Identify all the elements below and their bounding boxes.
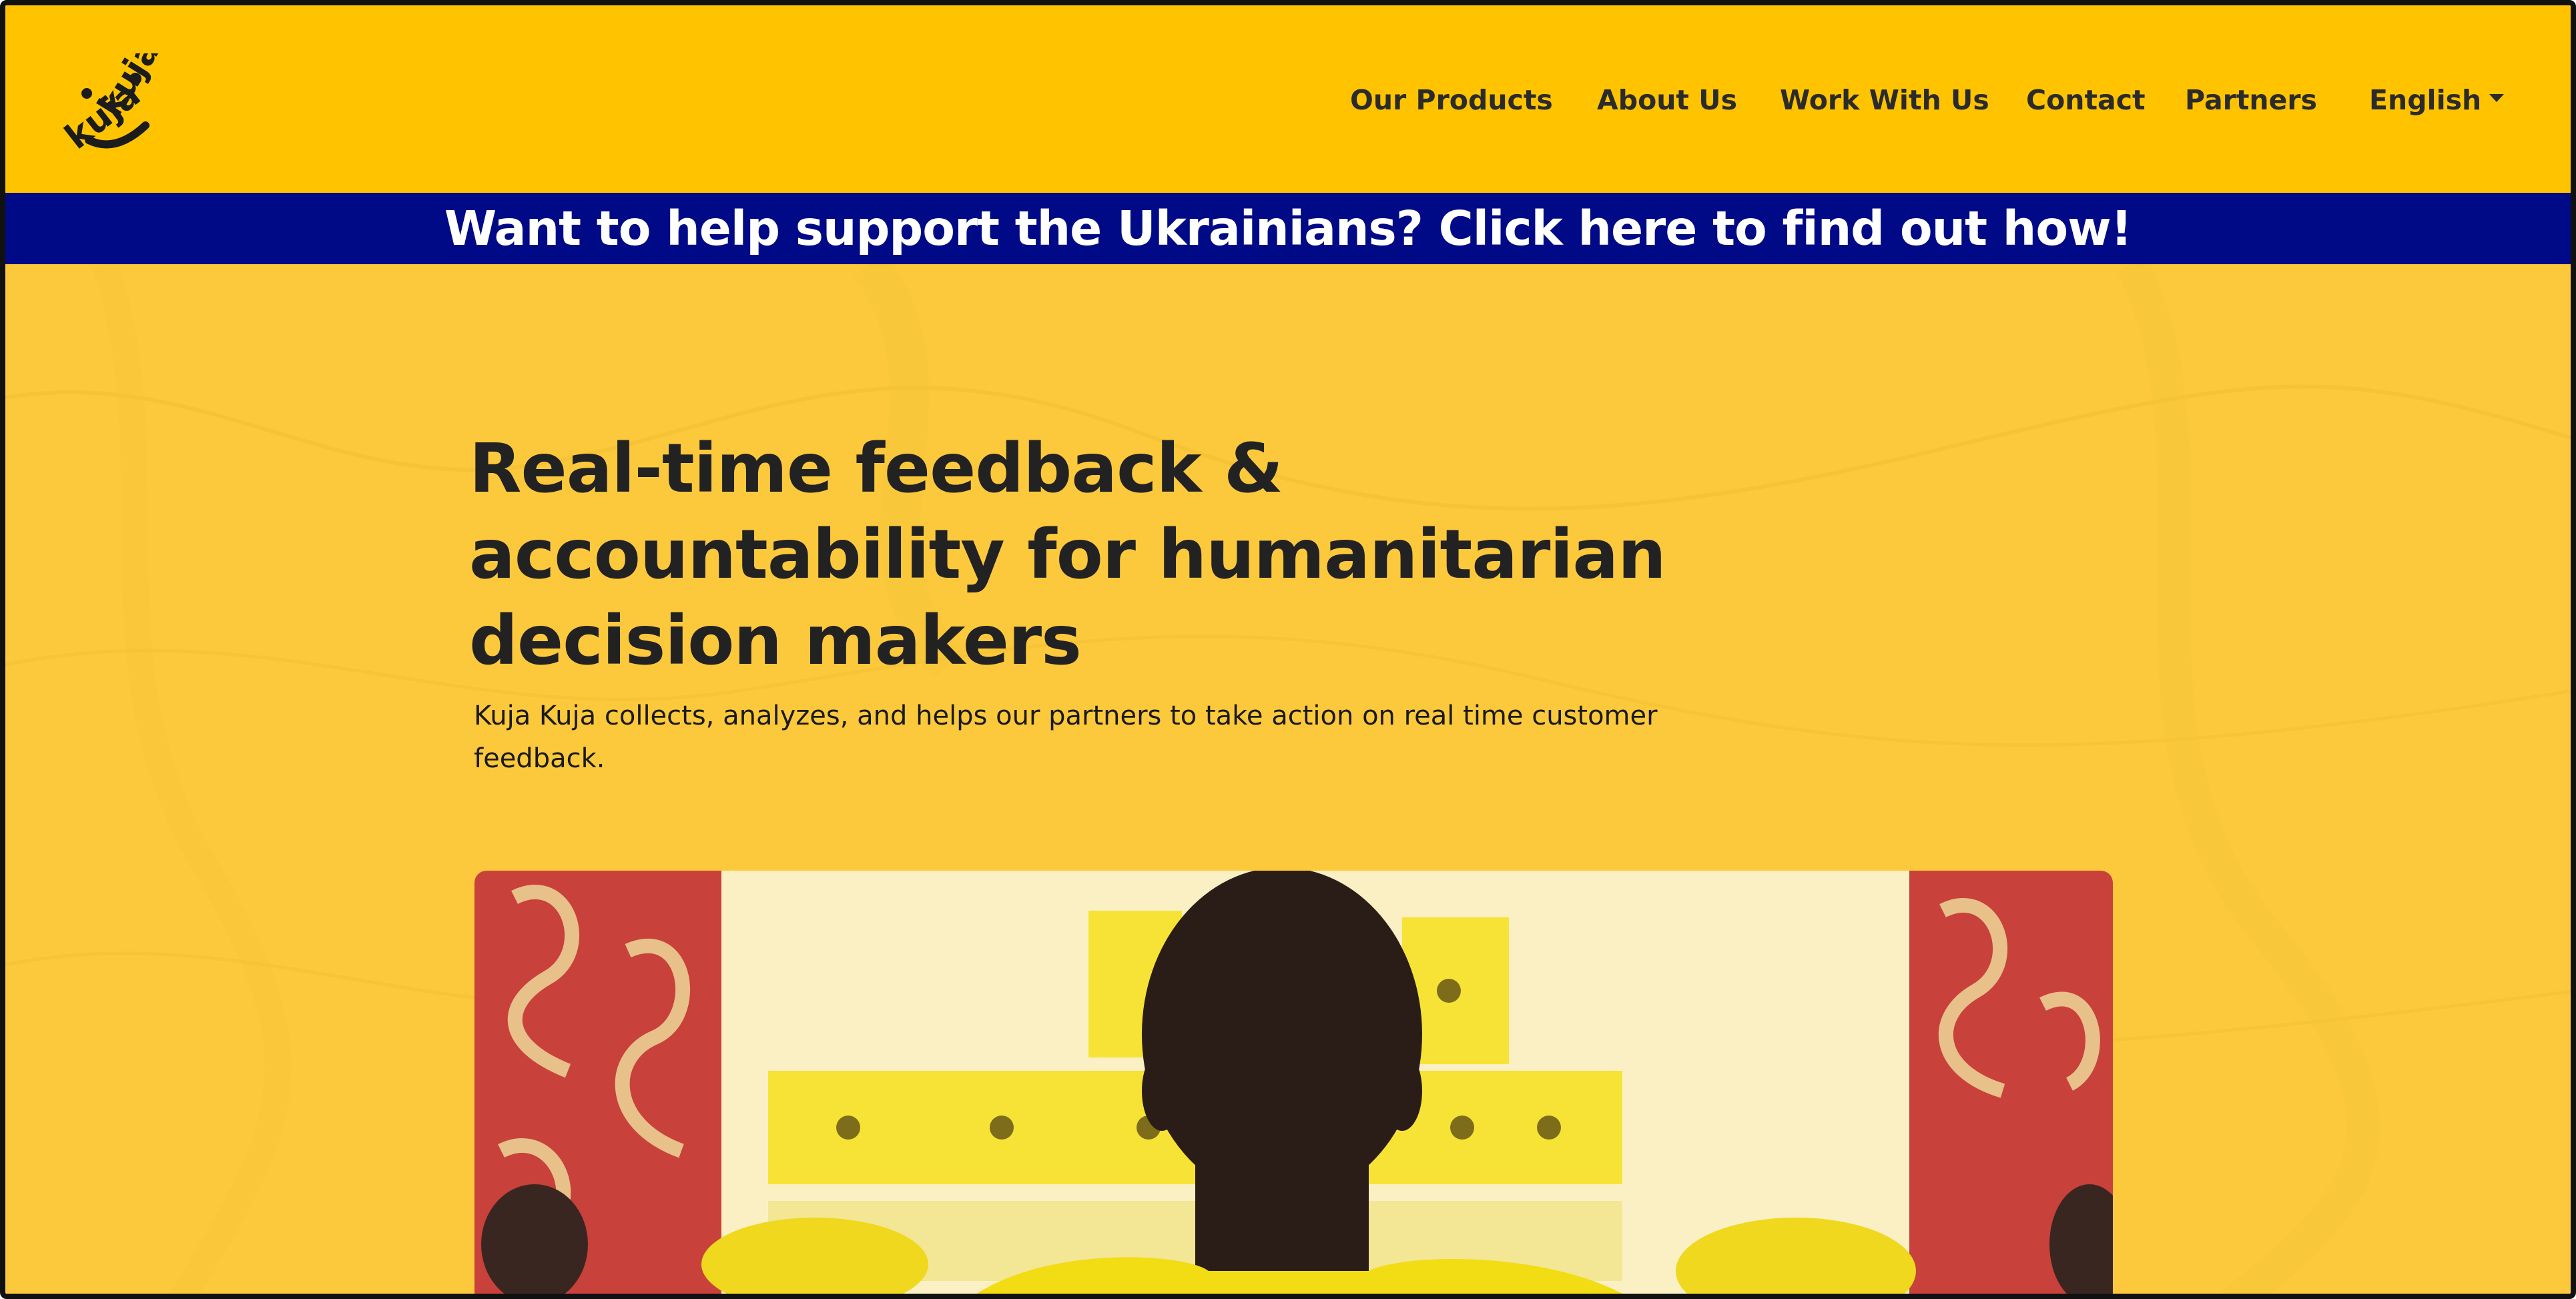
hero-heading-line-1: Real-time feedback & (469, 429, 1283, 508)
nav-contact[interactable]: Contact (2026, 84, 2146, 116)
hero-description: Kuja Kuja collects, analyzes, and helps … (474, 695, 1675, 780)
language-label: English (2369, 84, 2482, 116)
banner-link-text[interactable]: Want to help support the Ukrainians? Cli… (444, 201, 2132, 256)
nav-our-products[interactable]: Our Products (1350, 84, 1553, 116)
nav-partners[interactable]: Partners (2185, 84, 2317, 116)
language-dropdown[interactable]: English (2369, 84, 2505, 116)
caret-down-icon (2489, 94, 2505, 102)
hero-heading-line-2: accountability for humanitarian (469, 515, 1666, 594)
ukraine-support-banner[interactable]: Want to help support the Ukrainians? Cli… (5, 193, 2571, 264)
nav-work-with-us[interactable]: Work With Us (1780, 84, 1989, 116)
hero-photo (474, 871, 2113, 1294)
nav-about-us[interactable]: About Us (1597, 84, 1737, 116)
hero-description-line-1: Kuja Kuja collects, analyzes, and helps … (474, 701, 1658, 731)
hero-heading-line-3: decision makers (469, 601, 1082, 681)
browser-viewport: kuja kuja Our Products About Us Work Wit… (0, 0, 2576, 1299)
hero-heading: Real-time feedback & accountability for … (469, 426, 1670, 684)
hero-section: Real-time feedback & accountability for … (5, 264, 2571, 1294)
hero-description-line-2: feedback. (474, 743, 605, 774)
site-header: kuja kuja Our Products About Us Work Wit… (5, 5, 2571, 193)
main-navigation: Our Products About Us Work With Us Conta… (5, 84, 2571, 124)
